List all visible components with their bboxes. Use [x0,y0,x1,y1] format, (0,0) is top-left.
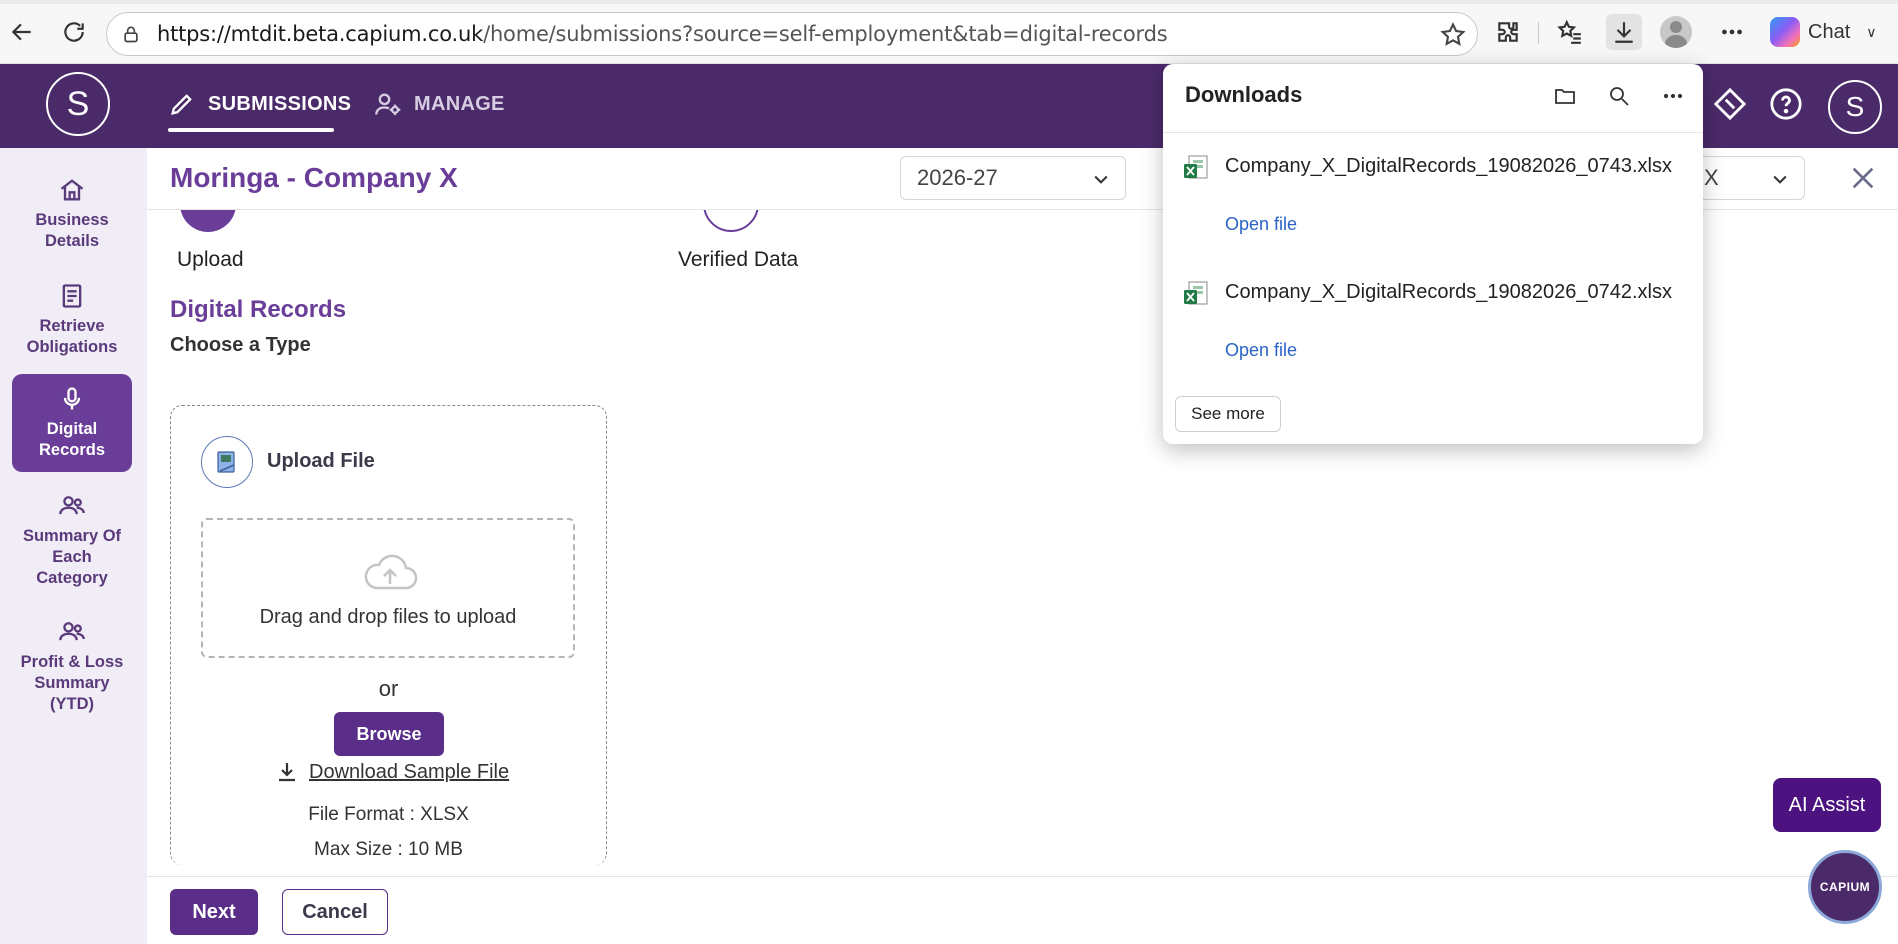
footer-bar: Next Cancel [147,876,1898,944]
cancel-button[interactable]: Cancel [282,889,388,935]
download-sample-link[interactable]: Download Sample File [275,760,509,784]
tab-manage-label: MANAGE [414,92,505,115]
chat-label: Chat [1808,20,1851,43]
puzzle-icon [1498,22,1518,42]
url-path: /home/submissions?source=self-employment… [483,22,1168,46]
copilot-chat-button[interactable]: Chat ∨ [1770,14,1877,50]
section-subtitle: Choose a Type [170,334,311,356]
downloads-panel: Downloads Company_X_DigitalRecords_19082… [1163,64,1703,444]
sidebar: Business Details Retrieve Obligations Di… [0,148,147,944]
sidebar-item-label: Digital Records [38,420,106,459]
cloud-upload-icon [364,554,418,590]
more-options-button[interactable] [1714,14,1750,50]
app-logo[interactable]: S [46,72,110,136]
ellipsis-icon [1722,29,1742,35]
users-icon [59,622,85,641]
tab-submissions[interactable]: SUBMISSIONS [168,90,351,118]
excel-file-icon [1184,281,1208,305]
favorite-star-icon[interactable] [1439,21,1467,49]
downloads-divider [1163,132,1703,133]
refresh-button[interactable] [56,14,92,50]
sidebar-item-label: Summary Of Each Category [22,527,122,587]
tab-submissions-label: SUBMISSIONS [208,92,352,115]
downloads-title: Downloads [1185,82,1303,107]
tab-manage[interactable]: MANAGE [374,90,505,118]
tax-year-value: 2026-27 [917,165,998,190]
users-icon [59,496,85,515]
section-title: Digital Records [170,296,347,323]
tab-strip [0,0,1898,4]
chevron-down-icon [1770,169,1790,189]
address-bar[interactable]: https://mtdit.beta.capium.co.uk/home/sub… [106,12,1478,56]
drop-zone-text: Drag and drop files to upload [259,606,517,628]
url-host: https://mtdit.beta.capium.co.uk [157,22,484,46]
sidebar-item-summary-of-each-category[interactable]: Summary Of Each Category [12,484,132,597]
ai-assist-button[interactable]: AI Assist [1773,778,1881,832]
or-separator: or [378,676,399,701]
open-file-link[interactable]: Open file [1225,340,1297,361]
profile-avatar[interactable] [1660,16,1692,48]
download-sample-label: Download Sample File [309,760,510,783]
business-select[interactable]: X [1687,156,1805,200]
user-gear-icon [375,93,401,116]
microphone-icon [63,387,81,410]
refresh-icon [64,22,84,42]
search-icon[interactable] [1603,80,1635,112]
sidebar-item-label: Retrieve Obligations [26,317,118,356]
close-icon[interactable] [1847,162,1879,194]
ticket-icon[interactable] [1710,84,1750,124]
file-format-text: File Format : XLSX [308,804,469,825]
browser-toolbar: https://mtdit.beta.capium.co.uk/home/sub… [0,0,1898,64]
chevron-down-icon [1091,169,1111,189]
copilot-icon [1770,17,1800,47]
active-tab-indicator [168,128,334,132]
back-button[interactable] [4,14,40,50]
capium-chat-bubble[interactable]: CAPIUM [1808,850,1882,924]
help-icon[interactable] [1766,84,1806,124]
sidebar-item-digital-records[interactable]: Digital Records [12,374,132,472]
favorites-list-icon [1557,19,1581,44]
user-avatar[interactable]: S [1828,80,1882,134]
arrow-left-icon [11,23,31,41]
sidebar-item-retrieve-obligations[interactable]: Retrieve Obligations [12,274,132,366]
lock-icon [121,24,141,44]
tax-year-select[interactable]: 2026-27 [900,156,1126,200]
download-filename: Company_X_DigitalRecords_19082026_0743.x… [1225,155,1672,177]
max-size-text: Max Size : 10 MB [314,839,463,860]
see-more-button[interactable]: See more [1175,396,1281,432]
extensions-button[interactable] [1490,14,1526,50]
document-icon [62,284,82,308]
upload-file-card: Upload File Drag and drop files to uploa… [170,405,607,865]
sidebar-item-label: Business Details [35,211,109,250]
upload-file-title: Upload File [267,450,375,472]
upload-file-icon [201,436,253,488]
sidebar-item-business-details[interactable]: Business Details [12,168,132,260]
chevron-down-icon: ∨ [1866,23,1877,40]
sidebar-item-label: Profit & Loss Summary (YTD) [20,653,124,713]
browse-button[interactable]: Browse [334,712,444,756]
download-icon [1615,22,1633,43]
excel-file-icon [1184,155,1208,179]
url-text: https://mtdit.beta.capium.co.uk/home/sub… [157,22,1168,46]
capium-logo-text: CAPIUM [1819,880,1871,894]
favorites-button[interactable] [1552,14,1588,50]
step-upload-label: Upload [177,248,244,271]
home-icon [60,179,84,201]
folder-icon[interactable] [1549,80,1581,112]
download-filename: Company_X_DigitalRecords_19082026_0742.x… [1225,281,1672,303]
drop-zone[interactable]: Drag and drop files to upload [201,518,575,658]
download-icon [279,763,295,782]
more-options-icon[interactable] [1657,80,1689,112]
sidebar-item-profit-loss-summary[interactable]: Profit & Loss Summary (YTD) [12,610,132,723]
pencil-icon [171,94,192,115]
downloads-button[interactable] [1606,14,1642,50]
next-button[interactable]: Next [170,889,258,935]
toolbar-divider [1538,22,1539,44]
business-select-value: X [1704,165,1719,190]
step-verified-label: Verified Data [678,248,799,271]
page-title: Moringa - Company X [170,162,458,193]
open-file-link[interactable]: Open file [1225,214,1297,235]
